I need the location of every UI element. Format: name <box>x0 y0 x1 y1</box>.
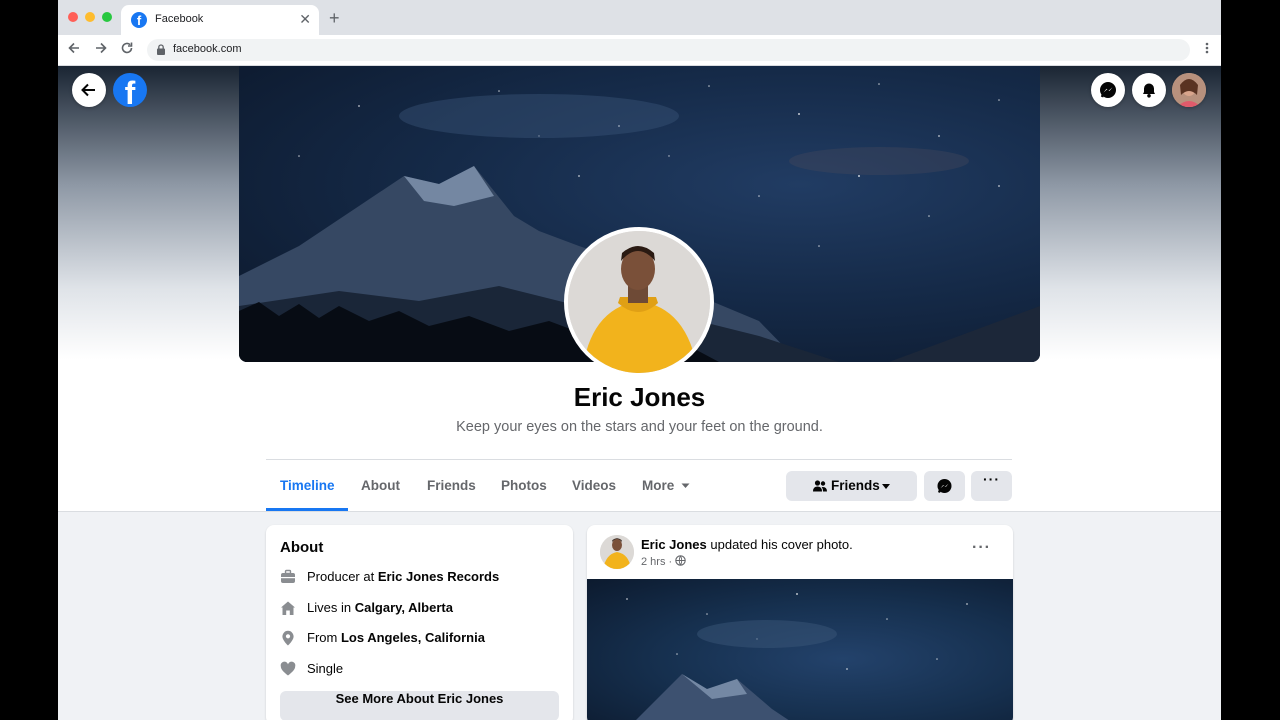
location-pin-icon <box>282 630 294 646</box>
bell-icon <box>1143 83 1155 98</box>
arrow-left-icon <box>81 83 95 97</box>
messenger-icon <box>937 479 952 493</box>
meta-separator: · <box>668 556 673 568</box>
back-button[interactable] <box>72 73 106 107</box>
url-text: facebook.com <box>173 43 242 55</box>
forward-arrow-icon[interactable] <box>92 41 110 59</box>
more-options-button[interactable]: ··· <box>971 471 1012 501</box>
about-lives-text: Lives in Calgary, Alberta <box>307 600 453 615</box>
post-meta: 2 hrs · <box>641 555 687 568</box>
tab-close-icon[interactable]: ✕ <box>299 11 311 27</box>
browser-toolbar: facebook.com <box>58 35 1221 66</box>
tab-friends[interactable]: Friends <box>427 478 476 493</box>
tab-more-label: More <box>642 478 675 493</box>
friends-button[interactable]: Friends <box>786 471 917 501</box>
caret-down-icon <box>882 484 890 489</box>
reload-icon[interactable] <box>118 41 136 59</box>
about-row-from: From Los Angeles, California <box>280 628 560 648</box>
profile-bio: Keep your eyes on the stars and your fee… <box>456 419 823 435</box>
briefcase-icon <box>281 569 295 583</box>
tab-photos[interactable]: Photos <box>501 478 547 493</box>
post-header: Eric Jones updated his cover photo. <box>641 537 853 552</box>
about-row-lives: Lives in Calgary, Alberta <box>280 598 560 618</box>
tab-more[interactable]: More <box>642 478 690 493</box>
caret-down-icon <box>681 483 690 489</box>
post-cover-image[interactable] <box>587 579 1013 720</box>
back-arrow-icon[interactable] <box>65 41 83 59</box>
profile-picture[interactable] <box>564 227 714 377</box>
address-bar[interactable]: facebook.com <box>147 39 1190 61</box>
user-avatar-image <box>1172 73 1206 107</box>
messenger-button[interactable] <box>1091 73 1125 107</box>
globe-icon <box>675 555 687 566</box>
tab-timeline[interactable]: Timeline <box>280 478 335 493</box>
facebook-favicon-icon: f <box>131 12 147 28</box>
message-button[interactable] <box>924 471 965 501</box>
account-avatar[interactable] <box>1172 73 1206 107</box>
about-row-work: Producer at Eric Jones Records <box>280 567 560 587</box>
post-author-name[interactable]: Eric Jones <box>641 537 707 552</box>
maximize-window-button[interactable] <box>102 12 112 22</box>
post-menu-button[interactable]: ··· <box>972 539 991 557</box>
about-work-text: Producer at Eric Jones Records <box>307 569 500 584</box>
new-tab-button[interactable]: + <box>329 9 340 27</box>
about-from-text: From Los Angeles, California <box>307 630 485 645</box>
tab-strip: f Facebook ✕ + <box>58 0 1221 35</box>
browser-menu-icon[interactable] <box>1205 41 1209 59</box>
post-card: Eric Jones updated his cover photo. 2 hr… <box>587 525 1013 720</box>
about-row-relationship: Single <box>280 659 560 679</box>
about-relationship-text: Single <box>307 661 344 676</box>
minimize-window-button[interactable] <box>85 12 95 22</box>
browser-window: f Facebook ✕ + facebook.com f Eric Jones… <box>58 0 1221 720</box>
tab-about[interactable]: About <box>361 478 400 493</box>
post-author-avatar[interactable] <box>600 535 634 569</box>
tab-videos[interactable]: Videos <box>572 478 616 493</box>
browser-tab[interactable]: f Facebook ✕ <box>121 5 319 35</box>
facebook-profile-page: f Eric Jones Keep your eyes on the stars… <box>58 66 1221 720</box>
lock-icon <box>157 44 165 55</box>
tab-title: Facebook <box>155 13 204 25</box>
about-card: About Producer at Eric Jones Records Liv… <box>266 525 573 720</box>
home-icon <box>281 601 295 615</box>
close-window-button[interactable] <box>68 12 78 22</box>
friends-button-label: Friends <box>831 478 880 493</box>
post-action-text: updated his cover photo. <box>706 537 853 552</box>
profile-header: f Eric Jones Keep your eyes on the stars… <box>58 66 1221 512</box>
notifications-button[interactable] <box>1132 73 1166 107</box>
heart-icon <box>280 661 296 676</box>
facebook-logo-icon[interactable]: f <box>113 73 147 107</box>
profile-name: Eric Jones <box>573 382 706 412</box>
about-title: About <box>280 539 324 556</box>
friends-icon <box>813 480 827 492</box>
header-divider <box>266 459 1012 460</box>
messenger-icon <box>1100 82 1116 98</box>
active-tab-indicator <box>266 508 348 511</box>
see-more-about-button[interactable]: See More About Eric Jones <box>280 691 559 720</box>
post-timestamp[interactable]: 2 hrs <box>641 556 665 568</box>
